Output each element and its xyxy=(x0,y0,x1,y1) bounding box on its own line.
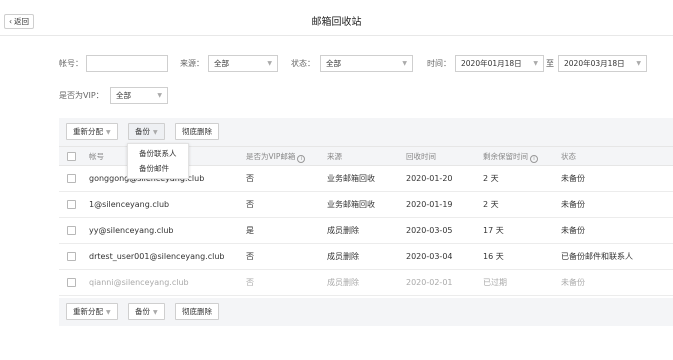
column-remaining-time: 剩余保留时间 i xyxy=(483,147,538,166)
vip-label: 是否为VIP： xyxy=(59,91,104,100)
chevron-down-icon: ▼ xyxy=(153,129,158,136)
source-value: 全部 xyxy=(214,59,229,68)
reassign-label: 重新分配 xyxy=(73,307,103,316)
reassign-button-bottom[interactable]: 重新分配 ▼ xyxy=(66,303,118,320)
remaining-cell: 已过期 xyxy=(483,278,507,287)
account-cell: drtest_user001@silenceyang.club xyxy=(89,252,225,261)
delete-permanently-button-bottom[interactable]: 彻底删除 xyxy=(175,303,219,320)
status-value: 全部 xyxy=(326,59,341,68)
date-separator: 至 xyxy=(546,59,554,68)
vip-cell: 否 xyxy=(246,252,254,261)
info-icon[interactable]: i xyxy=(297,155,306,163)
column-vip-label: 是否为VIP邮箱 xyxy=(246,152,296,161)
status-cell: 未备份 xyxy=(561,200,585,209)
time-label: 时间： xyxy=(427,59,451,68)
date-to-picker[interactable]: 2020年03月18日 ▼ xyxy=(558,55,647,72)
chevron-down-icon: ▼ xyxy=(533,60,538,67)
column-vip: 是否为VIP邮箱 i xyxy=(246,147,306,166)
column-status: 状态 xyxy=(561,152,576,161)
chevron-down-icon: ▼ xyxy=(402,60,407,67)
table-row[interactable]: yy@silenceyang.club 是 成员删除 2020-03-05 17… xyxy=(59,218,673,244)
chevron-down-icon: ▼ xyxy=(153,309,158,316)
row-checkbox[interactable] xyxy=(67,200,76,209)
column-recycle-time: 回收时间 xyxy=(406,152,436,161)
chevron-down-icon: ▼ xyxy=(106,309,111,316)
account-input[interactable] xyxy=(86,55,168,72)
source-label: 来源： xyxy=(180,59,204,68)
status-cell: 未备份 xyxy=(561,174,585,183)
date-from-picker[interactable]: 2020年01月18日 ▼ xyxy=(455,55,544,72)
account-cell: 1@silenceyang.club xyxy=(89,200,170,209)
column-source: 来源 xyxy=(327,152,342,161)
account-cell: qianni@silenceyang.club xyxy=(89,278,189,287)
status-select[interactable]: 全部 ▼ xyxy=(320,55,413,72)
time-cell: 2020-02-01 xyxy=(406,278,453,287)
row-checkbox[interactable] xyxy=(67,252,76,261)
account-cell: yy@silenceyang.club xyxy=(89,226,174,235)
backup-dropdown-menu: 备份联系人 备份邮件 xyxy=(127,143,189,179)
vip-value: 全部 xyxy=(116,91,131,100)
remaining-cell: 16 天 xyxy=(483,252,504,261)
source-cell: 成员删除 xyxy=(327,252,359,261)
chevron-down-icon: ▼ xyxy=(267,60,272,67)
table-row[interactable]: drtest_user001@silenceyang.club 否 成员删除 2… xyxy=(59,244,673,270)
vip-cell: 否 xyxy=(246,174,254,183)
status-cell: 已备份邮件和联系人 xyxy=(561,252,633,261)
source-cell: 成员删除 xyxy=(327,226,359,235)
remaining-cell: 17 天 xyxy=(483,226,504,235)
date-from-value: 2020年01月18日 xyxy=(461,59,522,68)
source-cell: 成员删除 xyxy=(327,278,359,287)
backup-button[interactable]: 备份 ▼ xyxy=(128,123,165,140)
column-remaining-label: 剩余保留时间 xyxy=(483,152,528,161)
status-label: 状态： xyxy=(291,59,315,68)
backup-label: 备份 xyxy=(135,307,150,316)
row-checkbox[interactable] xyxy=(67,226,76,235)
source-select[interactable]: 全部 ▼ xyxy=(208,55,278,72)
vip-cell: 是 xyxy=(246,226,254,235)
top-toolbar: 重新分配 ▼ 备份 ▼ 彻底删除 xyxy=(59,118,673,146)
page-title: 邮箱回收站 xyxy=(311,17,362,28)
date-to-value: 2020年03月18日 xyxy=(564,59,625,68)
chevron-down-icon: ▼ xyxy=(636,60,641,67)
delete-permanently-button[interactable]: 彻底删除 xyxy=(175,123,219,140)
backup-label: 备份 xyxy=(135,127,150,136)
time-cell: 2020-03-04 xyxy=(406,252,453,261)
status-cell: 未备份 xyxy=(561,278,585,287)
source-cell: 业务邮箱回收 xyxy=(327,174,375,183)
chevron-down-icon: ▼ xyxy=(106,129,111,136)
row-checkbox[interactable] xyxy=(67,174,76,183)
table-row[interactable]: 1@silenceyang.club 否 业务邮箱回收 2020-01-19 2… xyxy=(59,192,673,218)
select-all-checkbox[interactable] xyxy=(67,152,76,161)
menu-item-backup-contacts[interactable]: 备份联系人 xyxy=(139,148,177,160)
reassign-label: 重新分配 xyxy=(73,127,103,136)
account-label: 帐号： xyxy=(59,59,83,68)
vip-cell: 否 xyxy=(246,278,254,287)
source-cell: 业务邮箱回收 xyxy=(327,200,375,209)
menu-item-backup-mail[interactable]: 备份邮件 xyxy=(139,163,169,175)
status-cell: 未备份 xyxy=(561,226,585,235)
chevron-down-icon: ▼ xyxy=(157,92,162,99)
column-account: 帐号 xyxy=(89,152,104,161)
vip-cell: 否 xyxy=(246,200,254,209)
time-cell: 2020-01-19 xyxy=(406,200,453,209)
row-checkbox[interactable] xyxy=(67,278,76,287)
time-cell: 2020-01-20 xyxy=(406,174,453,183)
info-icon[interactable]: i xyxy=(530,155,538,163)
backup-button-bottom[interactable]: 备份 ▼ xyxy=(128,303,165,320)
remaining-cell: 2 天 xyxy=(483,174,499,183)
reassign-button[interactable]: 重新分配 ▼ xyxy=(66,123,118,140)
remaining-cell: 2 天 xyxy=(483,200,499,209)
vip-select[interactable]: 全部 ▼ xyxy=(110,87,168,104)
time-cell: 2020-03-05 xyxy=(406,226,453,235)
table-row[interactable]: qianni@silenceyang.club 否 成员删除 2020-02-0… xyxy=(59,270,673,296)
top-bar: ‹ 返回 邮箱回收站 xyxy=(0,0,673,36)
